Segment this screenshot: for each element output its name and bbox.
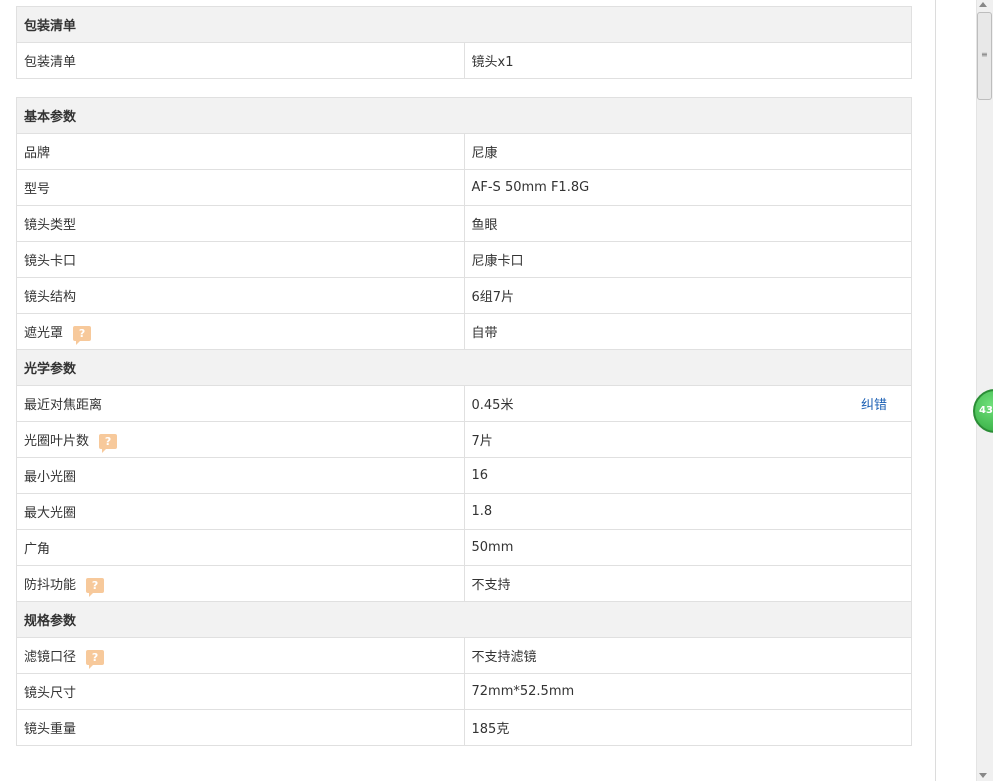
table-row: 光圈叶片数? 7片	[16, 421, 912, 458]
scroll-grip-icon: ≡	[981, 50, 988, 59]
section-header: 包装清单	[16, 6, 912, 43]
scroll-up-icon[interactable]	[979, 2, 987, 7]
row-label: 包装清单	[16, 42, 465, 79]
table-row: 防抖功能? 不支持	[16, 565, 912, 602]
row-label: 型号	[16, 169, 465, 206]
section-header: 基本参数	[16, 97, 912, 134]
section-header: 规格参数	[16, 601, 912, 638]
table-row: 镜头重量 185克	[16, 709, 912, 746]
row-label-cell: 遮光罩?	[16, 313, 465, 350]
section-title: 基本参数	[16, 97, 912, 134]
spec-table-params: 基本参数 品牌 尼康 型号 AF-S 50mm F1.8G 镜头类型 鱼眼 镜头…	[16, 97, 912, 746]
spec-content: 包装清单 包装清单 镜头x1 基本参数 品牌 尼康 型号 AF-S 50mm F…	[16, 6, 912, 764]
row-label: 镜头尺寸	[16, 673, 465, 710]
correct-link[interactable]: 纠错	[861, 394, 887, 413]
row-value: 72mm*52.5mm	[463, 673, 912, 710]
row-value: 0.45米	[471, 398, 514, 413]
row-label: 镜头结构	[16, 277, 465, 314]
table-row: 包装清单 镜头x1	[16, 42, 912, 79]
row-label: 镜头卡口	[16, 241, 465, 278]
row-value: 1.8	[463, 493, 912, 530]
row-label: 镜头类型	[16, 205, 465, 242]
row-value: 自带	[463, 313, 912, 350]
table-row: 最小光圈 16	[16, 457, 912, 494]
table-row: 最大光圈 1.8	[16, 493, 912, 530]
row-label: 光圈叶片数	[24, 434, 90, 449]
row-label: 品牌	[16, 133, 465, 170]
help-icon[interactable]: ?	[99, 434, 118, 453]
section-title: 规格参数	[16, 601, 912, 638]
row-value: 鱼眼	[463, 205, 912, 242]
table-row: 滤镜口径? 不支持滤镜	[16, 637, 912, 674]
row-label: 遮光罩	[24, 326, 64, 341]
content-divider	[935, 0, 936, 781]
section-title: 包装清单	[16, 6, 912, 43]
row-value: 镜头x1	[463, 42, 912, 79]
table-row: 最近对焦距离 0.45米 纠错	[16, 385, 912, 422]
row-label-cell: 滤镜口径?	[16, 637, 465, 674]
row-value: 50mm	[463, 529, 912, 566]
row-label: 镜头重量	[16, 709, 465, 746]
row-value: 6组7片	[463, 277, 912, 314]
row-value: 尼康卡口	[463, 241, 912, 278]
row-value: AF-S 50mm F1.8G	[463, 169, 912, 206]
row-value: 185克	[463, 709, 912, 746]
help-icon[interactable]: ?	[86, 578, 105, 597]
section-header: 光学参数	[16, 349, 912, 386]
row-label: 最大光圈	[16, 493, 465, 530]
table-row: 镜头卡口 尼康卡口	[16, 241, 912, 278]
row-label: 防抖功能	[24, 578, 77, 593]
row-label-cell: 防抖功能?	[16, 565, 465, 602]
row-value-cell: 0.45米 纠错	[463, 385, 912, 422]
row-label: 滤镜口径	[24, 650, 77, 665]
row-value: 16	[463, 457, 912, 494]
row-value: 7片	[463, 421, 912, 458]
help-icon[interactable]: ?	[86, 650, 105, 669]
row-label: 最小光圈	[16, 457, 465, 494]
spec-table-packing: 包装清单 包装清单 镜头x1	[16, 6, 912, 79]
scroll-down-icon[interactable]	[979, 773, 987, 778]
table-row: 品牌 尼康	[16, 133, 912, 170]
row-label: 广角	[16, 529, 465, 566]
row-value: 尼康	[463, 133, 912, 170]
table-row: 镜头结构 6组7片	[16, 277, 912, 314]
table-row: 广角 50mm	[16, 529, 912, 566]
section-title: 光学参数	[16, 349, 912, 386]
row-value: 不支持滤镜	[463, 637, 912, 674]
table-row: 镜头尺寸 72mm*52.5mm	[16, 673, 912, 710]
table-row: 遮光罩? 自带	[16, 313, 912, 350]
table-row: 镜头类型 鱼眼	[16, 205, 912, 242]
row-value: 不支持	[463, 565, 912, 602]
row-label-cell: 光圈叶片数?	[16, 421, 465, 458]
table-row: 型号 AF-S 50mm F1.8G	[16, 169, 912, 206]
row-label: 最近对焦距离	[16, 385, 465, 422]
help-icon[interactable]: ?	[73, 326, 92, 345]
